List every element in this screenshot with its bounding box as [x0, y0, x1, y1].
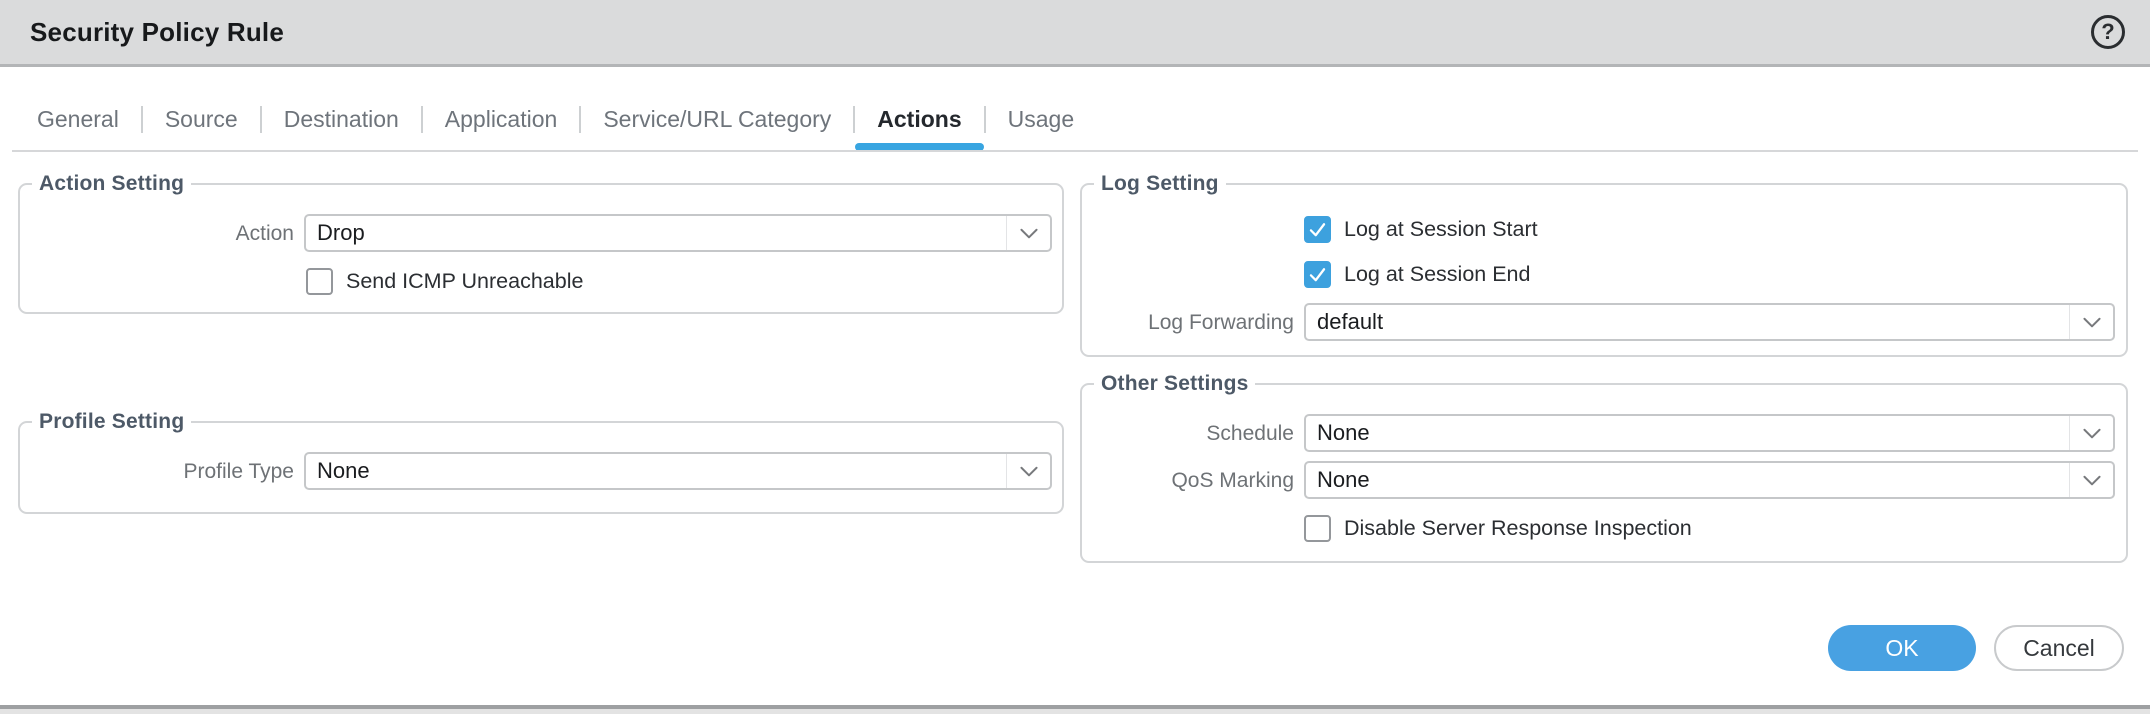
profile-setting-legend: Profile Setting [32, 409, 191, 434]
checkbox-checked-icon [1304, 216, 1331, 243]
tab-destination[interactable]: Destination [262, 95, 421, 143]
tab-service-url-category[interactable]: Service/URL Category [581, 95, 853, 143]
qos-marking-dropdown[interactable]: None [1304, 461, 2115, 499]
tab-bar: General Source Destination Application S… [15, 95, 1096, 143]
profile-setting-group: Profile Setting Profile Type None [18, 421, 1064, 514]
help-icon[interactable]: ? [2091, 15, 2125, 49]
chevron-down-icon [2069, 463, 2113, 497]
schedule-label: Schedule [1092, 422, 1294, 445]
log-forwarding-label: Log Forwarding [1092, 311, 1294, 334]
log-at-session-start-checkbox[interactable]: Log at Session Start [1304, 216, 1538, 243]
tab-general[interactable]: General [15, 95, 141, 143]
tab-actions[interactable]: Actions [855, 95, 983, 143]
disable-server-response-inspection-label: Disable Server Response Inspection [1344, 516, 1692, 541]
tab-source[interactable]: Source [143, 95, 260, 143]
profile-type-label: Profile Type [44, 460, 294, 483]
chevron-down-icon [2069, 416, 2113, 450]
profile-type-dropdown-value: None [306, 454, 1006, 488]
log-at-session-start-label: Log at Session Start [1344, 217, 1538, 242]
send-icmp-unreachable-label: Send ICMP Unreachable [346, 269, 583, 294]
security-policy-rule-dialog: Security Policy Rule ? General Source De… [0, 0, 2150, 714]
cancel-button[interactable]: Cancel [1994, 625, 2124, 671]
checkbox-unchecked-icon [1304, 515, 1331, 542]
checkbox-checked-icon [1304, 261, 1331, 288]
action-setting-legend: Action Setting [32, 171, 191, 196]
action-dropdown[interactable]: Drop [304, 214, 1052, 252]
other-settings-group: Other Settings Schedule None QoS Marking… [1080, 383, 2128, 563]
tab-usage[interactable]: Usage [986, 95, 1096, 143]
action-label: Action [44, 222, 294, 245]
qos-marking-dropdown-value: None [1306, 463, 2069, 497]
action-setting-group: Action Setting Action Drop Send ICMP Unr… [18, 183, 1064, 314]
log-forwarding-dropdown[interactable]: default [1304, 303, 2115, 341]
ok-button[interactable]: OK [1828, 625, 1976, 671]
dialog-title: Security Policy Rule [30, 0, 284, 64]
disable-server-response-inspection-checkbox[interactable]: Disable Server Response Inspection [1304, 515, 1692, 542]
send-icmp-unreachable-checkbox[interactable]: Send ICMP Unreachable [306, 268, 583, 295]
log-forwarding-dropdown-value: default [1306, 305, 2069, 339]
chevron-down-icon [1006, 454, 1050, 488]
tabbar-divider [12, 150, 2138, 152]
page-edge [0, 709, 2150, 714]
profile-type-dropdown[interactable]: None [304, 452, 1052, 490]
log-at-session-end-label: Log at Session End [1344, 262, 1530, 287]
checkbox-unchecked-icon [306, 268, 333, 295]
tab-application[interactable]: Application [423, 95, 580, 143]
qos-marking-label: QoS Marking [1092, 469, 1294, 492]
schedule-dropdown[interactable]: None [1304, 414, 2115, 452]
action-dropdown-value: Drop [306, 216, 1006, 250]
dialog-titlebar: Security Policy Rule ? [0, 0, 2150, 67]
schedule-dropdown-value: None [1306, 416, 2069, 450]
log-setting-group: Log Setting Log at Session Start Log at … [1080, 183, 2128, 357]
log-setting-legend: Log Setting [1094, 171, 1226, 196]
other-settings-legend: Other Settings [1094, 371, 1255, 396]
chevron-down-icon [1006, 216, 1050, 250]
log-at-session-end-checkbox[interactable]: Log at Session End [1304, 261, 1530, 288]
chevron-down-icon [2069, 305, 2113, 339]
